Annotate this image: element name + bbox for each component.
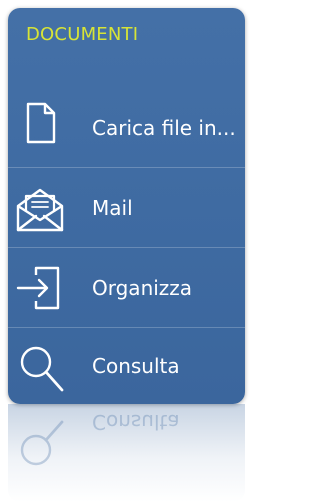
documents-panel: DOCUMENTI Carica file in... Mail Organiz… bbox=[8, 8, 245, 404]
document-icon bbox=[12, 88, 68, 168]
menu-item-label: Organizza bbox=[92, 276, 193, 300]
open-envelope-icon bbox=[12, 168, 68, 248]
menu-item-browse[interactable]: Consulta bbox=[8, 328, 245, 404]
menu-item-label: Carica file in... bbox=[92, 116, 236, 140]
menu-item-organize[interactable]: Organizza bbox=[8, 248, 245, 328]
magnifier-icon bbox=[12, 328, 68, 404]
reflection-label: Consulta bbox=[92, 410, 180, 434]
panel-reflection: Consulta bbox=[8, 404, 245, 502]
magnifier-icon bbox=[12, 404, 68, 484]
menu-item-mail[interactable]: Mail bbox=[8, 168, 245, 248]
menu-item-label: Mail bbox=[92, 196, 133, 220]
menu-item-label: Consulta bbox=[92, 354, 180, 378]
widget-stage: DOCUMENTI Carica file in... Mail Organiz… bbox=[0, 0, 253, 502]
panel-title: DOCUMENTI bbox=[26, 24, 139, 45]
sign-in-icon bbox=[12, 248, 68, 328]
menu-item-upload[interactable]: Carica file in... bbox=[8, 88, 245, 168]
